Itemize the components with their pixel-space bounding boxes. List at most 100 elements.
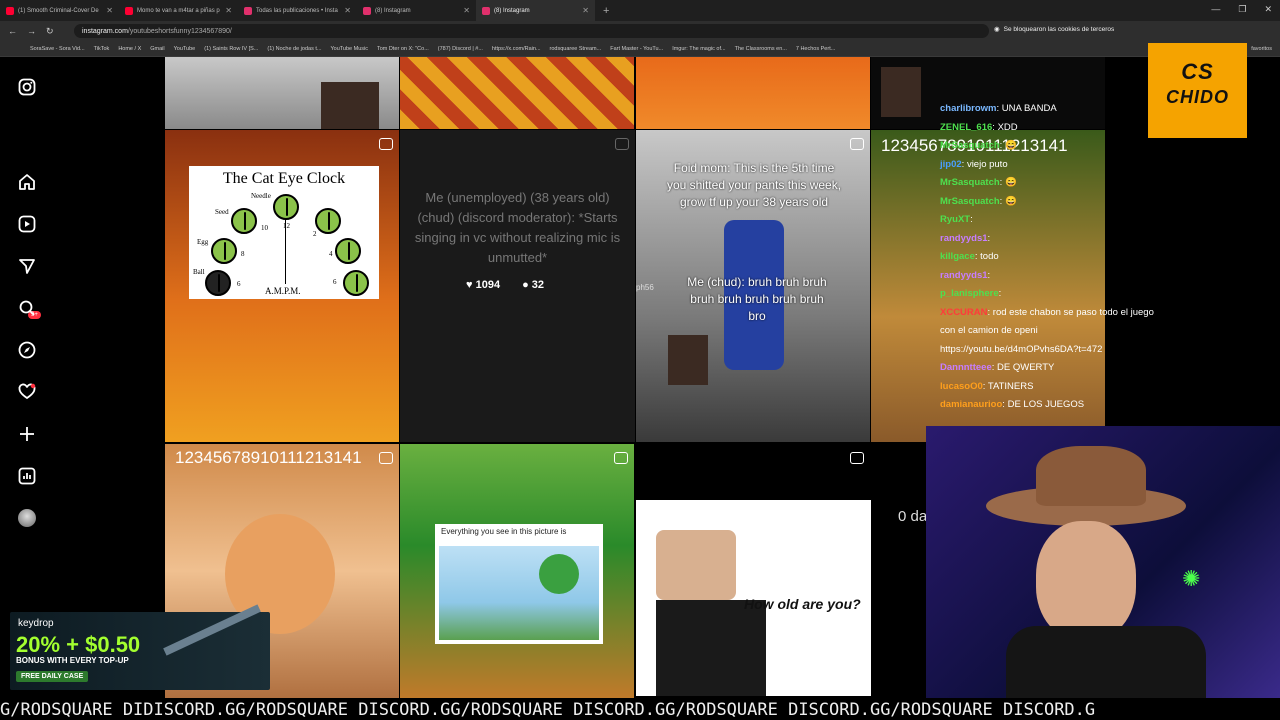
chat-username[interactable]: p_lanisphere: [940, 288, 999, 299]
foid-top-caption: Foid mom: This is the 5th time you shitt…: [666, 161, 842, 209]
forward-icon[interactable]: →: [27, 26, 36, 37]
keydrop-offer: 20% + $0.50: [16, 632, 141, 657]
chat-message: MrSasquatch: 😄: [940, 140, 1017, 151]
chat-username[interactable]: XCCURAN: [940, 307, 988, 318]
nav-buttons: ← → ↻: [0, 26, 70, 37]
chat-username[interactable]: MrSasquatch: [940, 177, 1000, 188]
all-bookmarks[interactable]: favoritos: [1251, 46, 1272, 52]
chat-username[interactable]: RyuXT: [940, 214, 970, 225]
comments-stat: ● 32: [522, 279, 545, 291]
bookmark-item[interactable]: Tom Dter on X: "Co...: [377, 46, 429, 52]
bookmark-item[interactable]: 7 Hechos Pert...: [796, 46, 835, 52]
messages-icon[interactable]: [17, 256, 37, 276]
back-icon[interactable]: ←: [8, 26, 17, 37]
bookmark-item[interactable]: Imgur: The magic of...: [672, 46, 725, 52]
chat-message: charlibrowm: UNA BANDA: [940, 103, 1057, 114]
close-tab-icon[interactable]: ✕: [582, 6, 589, 15]
chat-text: viejo puto: [966, 158, 1008, 170]
browser-tab[interactable]: (8) Instagram ✕: [357, 0, 476, 21]
chat-username[interactable]: MrSasquatch: [940, 196, 1000, 207]
close-tab-icon[interactable]: ✕: [344, 6, 351, 15]
close-tab-icon[interactable]: ✕: [106, 6, 113, 15]
bookmark-item[interactable]: YouTube: [174, 46, 196, 52]
close-window-icon[interactable]: ✕: [1264, 4, 1272, 15]
bookmark-item[interactable]: (787) Discord | #...: [438, 46, 483, 52]
cat-eye: [205, 270, 231, 296]
chat-username[interactable]: Dannntteee: [940, 362, 992, 373]
post-tile[interactable]: [636, 57, 870, 129]
face-thumbnail: [668, 335, 708, 385]
new-tab-button[interactable]: +: [603, 5, 609, 17]
cookie-notice[interactable]: ◉ Se bloquearon las cookies de terceros: [994, 25, 1114, 34]
chat-text: TATINERS: [987, 380, 1034, 392]
close-tab-icon[interactable]: ✕: [225, 6, 232, 15]
explore-icon[interactable]: [17, 340, 37, 360]
window-controls: — ❐ ✕: [1211, 4, 1272, 15]
bookmark-item[interactable]: YouTube Music: [330, 46, 368, 52]
post-tile-partial[interactable]: 0 da: [871, 444, 927, 698]
eye-off-icon: ◉: [994, 26, 1000, 33]
bookmark-item[interactable]: https://x.com/Rain...: [492, 46, 541, 52]
instagram-logo-icon[interactable]: [17, 77, 37, 97]
chat-text: 😄: [1004, 177, 1017, 188]
minimize-icon[interactable]: —: [1211, 4, 1220, 15]
browser-tab[interactable]: Todas las publicaciones • Insta ✕: [238, 0, 357, 21]
bookmark-item[interactable]: Fart Master - YouTu...: [610, 46, 663, 52]
chido-cs: CS: [1181, 59, 1214, 84]
chat-text: DE QWERTY: [997, 362, 1055, 373]
chat-username[interactable]: MrSasquatch: [940, 140, 1000, 151]
roblox-body: [656, 600, 766, 696]
bookmark-item[interactable]: (1) Noche de jodas t...: [267, 46, 321, 52]
post-tile-roblox-top[interactable]: [636, 444, 870, 500]
chat-username[interactable]: lucasoO0: [940, 381, 983, 392]
post-tile[interactable]: [165, 57, 399, 129]
chat-username[interactable]: jip02: [940, 159, 962, 170]
dashboard-icon[interactable]: [17, 466, 37, 486]
bookmark-item[interactable]: rodsquaree Stream...: [550, 46, 602, 52]
chat-username[interactable]: randyyds1: [940, 270, 988, 281]
post-tile-picture[interactable]: Everything you see in this picture is: [400, 444, 634, 698]
reel-icon: [850, 138, 864, 150]
url-host: instagram.com: [82, 27, 128, 35]
clock-label: 8: [241, 250, 245, 258]
chat-username[interactable]: damianaurioo: [940, 399, 1002, 410]
bookmark-item[interactable]: Home / X: [118, 46, 141, 52]
post-tile-roblox[interactable]: How old are you?: [636, 500, 871, 696]
chat-username[interactable]: charlibrowm: [940, 103, 997, 114]
bookmark-item[interactable]: The Classrooms en...: [735, 46, 787, 52]
streamer-face: [1036, 521, 1136, 641]
chat-message: lucasoO0: TATINERS: [940, 380, 1034, 392]
maximize-icon[interactable]: ❐: [1238, 4, 1246, 15]
close-tab-icon[interactable]: ✕: [463, 6, 470, 15]
reload-icon[interactable]: ↻: [46, 26, 54, 37]
home-icon[interactable]: [17, 172, 37, 192]
chat-username[interactable]: randyyds1: [940, 233, 988, 244]
browser-tab[interactable]: Momo te van a m4tar a piñas p ✕: [119, 0, 238, 21]
keydrop-ad[interactable]: keydrop 20% + $0.50 BONUS WITH EVERY TOP…: [10, 604, 270, 690]
cat-eye: [231, 208, 257, 234]
heart-icon[interactable]: [17, 382, 37, 402]
youtube-favicon-icon: [125, 6, 133, 15]
foid-bottom-caption: Me (chud): bruh bruh bruh bruh bruh bruh…: [687, 275, 827, 323]
chat-username[interactable]: killgace: [940, 251, 975, 262]
chat-username[interactable]: ZENEL_616: [940, 122, 992, 133]
browser-tab-active[interactable]: (8) Instagram ✕: [476, 0, 595, 21]
numbers-caption: 12345678910111213141: [175, 448, 362, 467]
bookmark-item[interactable]: SoraSave - Sora Vid...: [30, 46, 85, 52]
post-tile[interactable]: [400, 57, 634, 129]
profile-avatar[interactable]: [17, 508, 37, 528]
bookmark-item[interactable]: (1) Saints Row IV [S...: [204, 46, 258, 52]
cat-eye: [273, 194, 299, 220]
chat-message: jip02: viejo puto: [940, 158, 1008, 170]
search-icon[interactable]: [17, 298, 37, 318]
webcam-overlay: ✺: [926, 426, 1280, 698]
bookmark-item[interactable]: Gmail: [150, 46, 164, 52]
reels-icon[interactable]: [17, 214, 37, 234]
create-icon[interactable]: [17, 424, 37, 444]
instagram-favicon-icon: [363, 6, 371, 15]
url-field[interactable]: instagram.com/youtubeshortsfunny12345678…: [74, 24, 989, 38]
chat-text: 😄: [1004, 195, 1017, 207]
browser-tab[interactable]: (1) Smooth Criminal-Cover De ✕: [0, 0, 119, 21]
bookmark-item[interactable]: TikTok: [94, 46, 110, 52]
discord-ticker: G/RODSQUARE DIDISCORD.GG/RODSQUARE DISCO…: [0, 698, 1280, 720]
